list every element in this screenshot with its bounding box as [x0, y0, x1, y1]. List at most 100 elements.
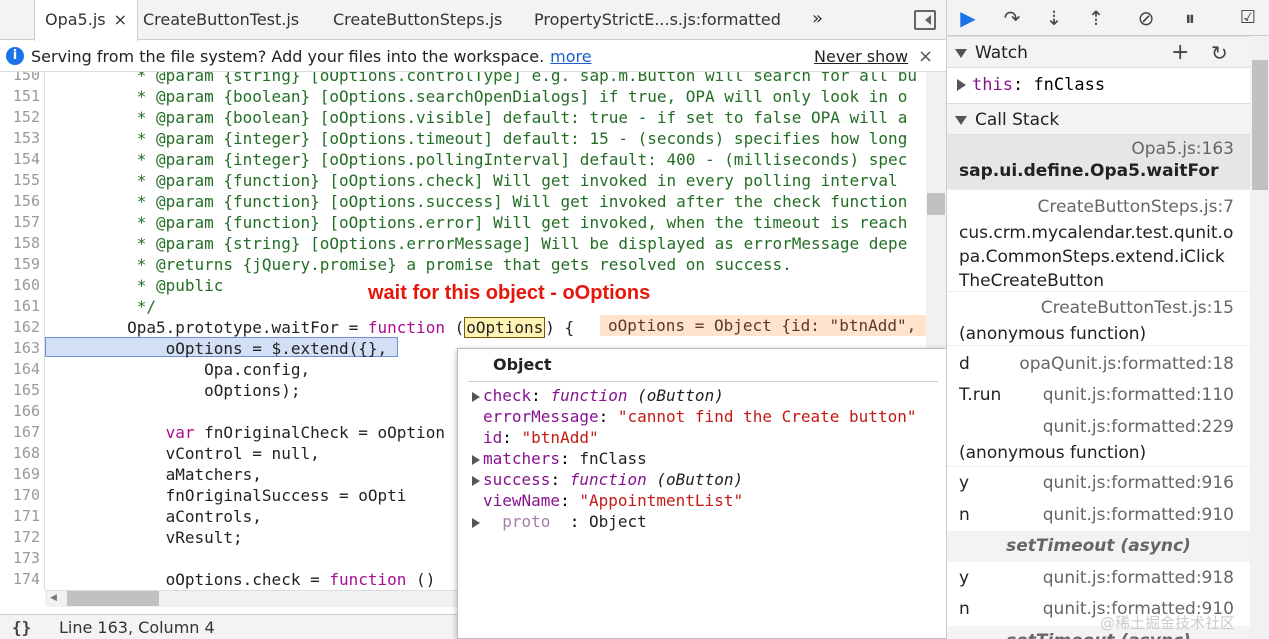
call-frame[interactable]: Opa5.js:163 sap.ui.define.Opa5.waitFor	[947, 135, 1250, 190]
expanded-arrow-icon	[955, 48, 967, 58]
line-number[interactable]: 171	[0, 506, 40, 527]
line-source: Opa.config,	[50, 360, 311, 379]
line-number[interactable]: 153	[0, 128, 40, 149]
collapsed-arrow-icon	[957, 79, 966, 91]
call-frame[interactable]: n qunit.js:formatted:910	[947, 500, 1250, 531]
annotation-label: wait for this object - oOptions	[368, 282, 651, 304]
expand-arrow-icon[interactable]	[472, 517, 480, 528]
step-out-icon[interactable]: ⇡	[1083, 6, 1109, 30]
object-property[interactable]: check: function (oButton)	[472, 385, 724, 406]
line-source: * @public	[50, 276, 224, 295]
async-checkbox-icon[interactable]: ☑	[1235, 6, 1261, 30]
watch-key: this	[972, 75, 1013, 95]
watch-expression-this[interactable]: this: fnClass	[947, 68, 1250, 102]
call-frame[interactable]: T.run qunit.js:formatted:110	[947, 380, 1250, 411]
more-link[interactable]: more	[550, 47, 591, 66]
close-icon[interactable]: ×	[114, 10, 127, 29]
line-number[interactable]: 174	[0, 569, 40, 590]
step-into-icon[interactable]: ⇣	[1041, 6, 1067, 30]
never-show-link[interactable]: Never show	[814, 41, 908, 72]
line-source: * @param {function} [oOptions.check] Wil…	[50, 171, 898, 190]
call-frame[interactable]: d opaQunit.js:formatted:18	[947, 349, 1250, 380]
line-number[interactable]: 152	[0, 107, 40, 128]
line-number[interactable]: 163	[0, 338, 40, 359]
async-separator: setTimeout (async)	[947, 531, 1250, 562]
expand-arrow-icon[interactable]	[472, 475, 480, 486]
toggle-sidebar-icon[interactable]	[914, 10, 936, 30]
line-source: * @param {string} [oOptions.controlType]…	[50, 72, 917, 85]
code-line: 155 * @param {function} [oOptions.check]…	[0, 170, 926, 191]
line-source: fnOriginalSuccess = oOpti	[50, 486, 407, 505]
line-number[interactable]: 157	[0, 212, 40, 233]
object-property[interactable]: matchers: fnClass	[472, 448, 647, 469]
expand-arrow-icon[interactable]	[472, 454, 480, 465]
hovered-variable[interactable]: oOptions	[464, 317, 546, 338]
tab-label: CreateButtonTest.js	[143, 10, 300, 29]
editor-tab-bar: Opa5.js × CreateButtonTest.js CreateButto…	[0, 0, 946, 41]
resume-icon[interactable]: ▶	[955, 6, 981, 30]
vertical-scroll-thumb[interactable]	[1252, 60, 1268, 190]
line-source: * @param {string} [oOptions.errorMessage…	[50, 234, 908, 253]
line-number[interactable]: 161	[0, 296, 40, 317]
object-property: viewName: "AppointmentList"	[483, 491, 744, 510]
line-number[interactable]: 150	[0, 72, 40, 86]
line-number[interactable]: 164	[0, 359, 40, 380]
object-property[interactable]: success: function (oButton)	[472, 469, 743, 490]
vertical-scroll-thumb[interactable]	[927, 193, 945, 215]
code-line: 159 * @returns {jQuery.promise} a promis…	[0, 254, 926, 275]
scroll-left-icon[interactable]: ◀	[50, 590, 57, 607]
horizontal-scroll-thumb[interactable]	[67, 591, 159, 606]
code-line: 150 * @param {string} [oOptions.controlT…	[0, 72, 926, 86]
line-number[interactable]: 159	[0, 254, 40, 275]
watermark: @稀土掘金技术社区	[1100, 614, 1236, 632]
line-number[interactable]: 158	[0, 233, 40, 254]
object-property: id: "btnAdd"	[483, 428, 599, 447]
object-property[interactable]: proto : Object	[472, 511, 647, 532]
callstack-title: Call Stack	[975, 110, 1060, 130]
line-number[interactable]: 165	[0, 380, 40, 401]
tab-overflow-icon[interactable]: »	[812, 0, 823, 40]
call-frame[interactable]: y qunit.js:formatted:916	[947, 468, 1250, 499]
tab-createbuttonsteps-js[interactable]: CreateButtonSteps.js	[333, 0, 502, 40]
cursor-position: Line 163, Column 4	[59, 618, 215, 637]
line-number[interactable]: 156	[0, 191, 40, 212]
tab-createbuttontest-js[interactable]: CreateButtonTest.js	[143, 0, 299, 40]
code-line: 151 * @param {boolean} [oOptions.searchO…	[0, 86, 926, 107]
pretty-print-icon[interactable]: {}	[12, 615, 31, 639]
call-frame[interactable]: y qunit.js:formatted:918	[947, 563, 1250, 594]
line-number[interactable]: 154	[0, 149, 40, 170]
call-frame[interactable]: qunit.js:formatted:229 (anonymous functi…	[947, 413, 1250, 467]
line-source: oOptions.check = function ()	[50, 570, 436, 589]
line-number[interactable]: 168	[0, 443, 40, 464]
line-number[interactable]: 172	[0, 527, 40, 548]
line-source: * @param {function} [oOptions.success] W…	[50, 192, 908, 211]
add-expression-icon[interactable]: +	[1171, 37, 1189, 69]
line-number[interactable]: 151	[0, 86, 40, 107]
line-number[interactable]: 166	[0, 401, 40, 422]
line-number[interactable]: 160	[0, 275, 40, 296]
line-number[interactable]: 155	[0, 170, 40, 191]
line-number[interactable]: 162	[0, 317, 40, 338]
frame-name: sap.ui.define.Opa5.waitFor	[959, 161, 1219, 181]
deactivate-breakpoints-icon[interactable]: ⊘	[1133, 6, 1159, 30]
tab-opa5-js[interactable]: Opa5.js ×	[34, 0, 139, 41]
expand-arrow-icon[interactable]	[472, 391, 480, 402]
line-number[interactable]: 170	[0, 485, 40, 506]
frame-name: cus.crm.mycalendar.test.qunit.opa.Common…	[959, 223, 1234, 291]
close-icon[interactable]: ×	[918, 41, 933, 72]
line-number[interactable]: 173	[0, 548, 40, 569]
line-number[interactable]: 167	[0, 422, 40, 443]
frame-name: (anonymous function)	[959, 443, 1147, 463]
call-frame[interactable]: CreateButtonSteps.js:7 cus.crm.mycalenda…	[947, 193, 1250, 292]
tab-propertystrict-js[interactable]: PropertyStrictE...s.js:formatted	[534, 0, 781, 40]
refresh-icon[interactable]: ↻	[1211, 37, 1228, 69]
callstack-section-header[interactable]: Call Stack	[947, 103, 1250, 135]
step-over-icon[interactable]: ↷	[999, 6, 1025, 30]
line-source: var fnOriginalCheck = oOption	[165, 423, 445, 442]
line-number[interactable]: 169	[0, 464, 40, 485]
line-source: vResult;	[50, 528, 243, 547]
pause-on-exceptions-icon[interactable]: ⏸	[1177, 6, 1203, 30]
call-frame[interactable]: CreateButtonTest.js:15 (anonymous functi…	[947, 294, 1250, 346]
line-source: aControls,	[50, 507, 262, 526]
watch-section-header[interactable]: Watch + ↻	[947, 36, 1250, 68]
